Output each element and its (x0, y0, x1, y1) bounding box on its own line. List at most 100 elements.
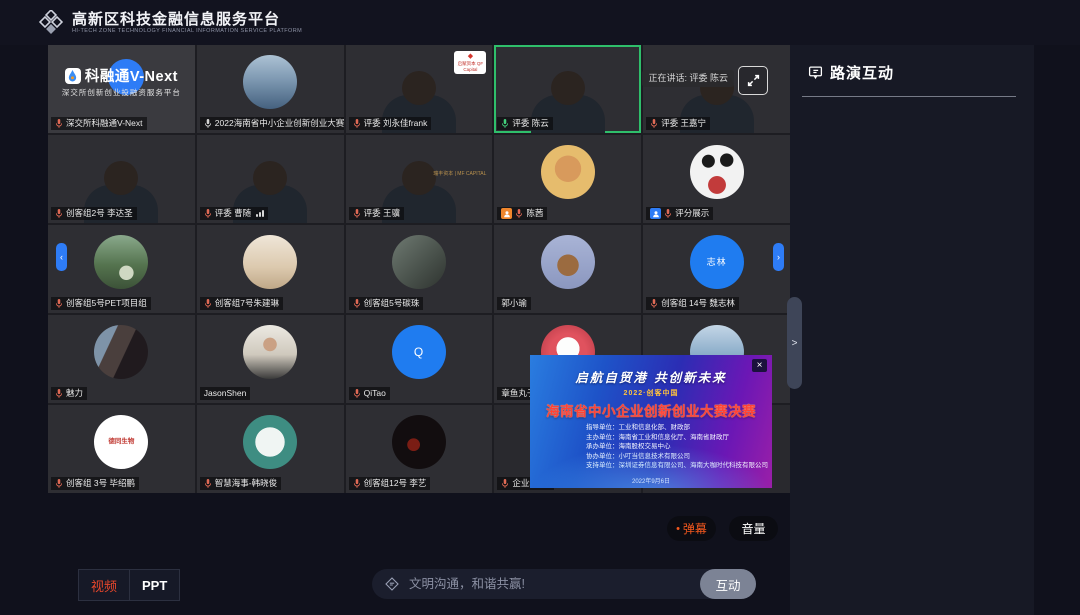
participant-name: 评委 刘永佳frank (364, 117, 428, 130)
participant-avatar (94, 235, 148, 289)
participant-label: 智慧海事-韩晓俊 (200, 477, 281, 490)
video-tile[interactable]: 德同生物创客组 3号 毕绍鹏 (48, 405, 195, 493)
mic-icon (353, 298, 361, 309)
fullscreen-button[interactable] (738, 66, 768, 95)
app-header: 高新区科技金融信息服务平台 HI-TECH ZONE TECHNOLOGY FI… (0, 0, 1080, 45)
participant-head (402, 71, 436, 105)
video-tile[interactable]: 2022海南省中小企业创新创业大赛 (197, 45, 344, 133)
popup-org-line: 承办单位：海南股权交易中心 (586, 442, 772, 452)
participant-label: 评委 陈云 (497, 117, 552, 130)
participant-avatar: 德同生物 (94, 415, 148, 469)
close-icon[interactable]: × (752, 359, 767, 372)
send-button[interactable]: 互动 (700, 569, 756, 599)
mic-icon (515, 208, 523, 219)
mic-icon (204, 208, 212, 219)
volume-label: 音量 (741, 520, 765, 537)
video-tile[interactable]: 郭小瑜 (494, 225, 641, 313)
participant-name: 深交所科融通V-Next (66, 117, 143, 130)
view-tabs: 视频 PPT (78, 569, 180, 601)
diamond-cluster-icon (38, 10, 64, 36)
video-tile[interactable]: 评分展示 (643, 135, 790, 223)
video-tile[interactable]: 创客组5号碳珠 (346, 225, 493, 313)
expand-icon (747, 74, 760, 87)
mic-icon (353, 478, 361, 489)
chat-input[interactable] (407, 576, 700, 592)
mic-icon (501, 118, 509, 129)
avatar-initial: 志林 (707, 255, 727, 268)
participant-name: 郭小瑜 (501, 297, 527, 310)
video-tile[interactable]: 评委 曹随 (197, 135, 344, 223)
brand-title: 科融通V-Next (85, 65, 178, 86)
participant-label: 创客组5号碳珠 (349, 297, 424, 310)
participant-name: 创客组 3号 毕绍鹏 (66, 477, 135, 490)
participant-name: 评委 曹随 (215, 207, 251, 220)
volume-button[interactable]: 音量 (729, 516, 778, 541)
video-tile[interactable]: 创客组2号 李达圣 (48, 135, 195, 223)
participant-avatar: 志林 (690, 235, 744, 289)
carousel-right-button[interactable]: › (773, 243, 784, 271)
popup-org-line: 指导单位：工业和信息化部、财政部 (586, 423, 772, 433)
participant-avatar (392, 415, 446, 469)
video-tile[interactable]: 志林创客组 14号 魏志林 (643, 225, 790, 313)
popup-org-line: 协办单位：小叮当信息技术有限公司 (586, 452, 772, 462)
mic-icon (501, 478, 509, 489)
video-tile[interactable]: 科融通V-Next深交所创新创业投融资服务平台深交所科融通V-Next (48, 45, 195, 133)
platform-logo: 高新区科技金融信息服务平台 HI-TECH ZONE TECHNOLOGY FI… (38, 10, 302, 36)
tab-ppt[interactable]: PPT (130, 569, 180, 601)
avatar-logo-text: 德同生物 (108, 438, 134, 446)
mic-icon (650, 298, 658, 309)
mic-icon (353, 118, 361, 129)
video-tile[interactable]: 评委 陈云 (494, 45, 641, 133)
video-tile[interactable]: 瑞丰资本 | MF CAPITAL评委 王骥 (346, 135, 493, 223)
participant-avatar (243, 415, 297, 469)
tab-ppt-label: PPT (142, 578, 167, 593)
participant-name: 魅力 (66, 387, 83, 400)
brand-subtitle: 深交所创新创业投融资服务平台 (48, 87, 195, 98)
participant-avatar (243, 325, 297, 379)
mic-icon (55, 118, 63, 129)
participant-label: 评委 王嘉宁 (646, 117, 710, 130)
participant-label: 深交所科融通V-Next (51, 117, 147, 130)
participant-head (402, 161, 436, 195)
mic-icon (55, 478, 63, 489)
video-tile[interactable]: 陈茜 (494, 135, 641, 223)
participant-label: 评分展示 (646, 207, 713, 220)
participant-head (104, 161, 138, 195)
tab-video[interactable]: 视频 (78, 569, 130, 601)
speaking-banner: 正在讲话: 评委 陈云 (642, 70, 734, 87)
participant-name: 创客组5号碳珠 (364, 297, 420, 310)
person-badge-icon (501, 208, 512, 219)
tile-watermark: 瑞丰资本 | MF CAPITAL (433, 170, 486, 177)
carousel-left-button[interactable]: ‹ (56, 243, 67, 271)
sidebar-title: 路演互动 (830, 62, 894, 83)
participant-label: 评委 刘永佳frank (349, 117, 432, 130)
video-tile[interactable]: JasonShen (197, 315, 344, 403)
participant-label: 创客组 14号 魏志林 (646, 297, 739, 310)
mic-icon (664, 208, 672, 219)
popup-slogan: 启航自贸港 共创新未来 (530, 367, 772, 386)
video-tile[interactable]: 启赋资本 QF Capital评委 刘永佳frank (346, 45, 493, 133)
chevron-right-icon: > (792, 338, 798, 349)
participant-avatar (541, 235, 595, 289)
participant-label: 创客组2号 李达圣 (51, 207, 137, 220)
popup-logo-line: 2022·创客中国 (530, 388, 772, 398)
participant-name: 创客组2号 李达圣 (66, 207, 133, 220)
danmaku-toggle-button[interactable]: • 弹幕 (667, 516, 716, 541)
popup-organizer-lines: 指导单位：工业和信息化部、财政部主办单位：海南省工业和信息化厅、海南省财政厅承办… (530, 423, 772, 471)
chat-bubble-icon (808, 65, 823, 80)
sidebar-collapse-handle[interactable]: > (787, 297, 802, 389)
video-tile[interactable]: 魅力 (48, 315, 195, 403)
danmaku-dot-icon: • (676, 524, 680, 534)
participant-label: 创客组7号朱建琳 (200, 297, 283, 310)
video-tile[interactable]: 智慧海事-韩晓俊 (197, 405, 344, 493)
video-tile[interactable]: QQiTao (346, 315, 493, 403)
video-tile[interactable]: 创客组5号PET项目组 (48, 225, 195, 313)
video-tile[interactable]: 创客组12号 李艺 (346, 405, 493, 493)
chat-input-bar: 互动 (372, 569, 756, 599)
participant-name: 创客组 14号 魏志林 (661, 297, 735, 310)
video-tile[interactable]: 创客组7号朱建琳 (197, 225, 344, 313)
tab-video-label: 视频 (91, 576, 117, 595)
mic-icon (650, 118, 658, 129)
participant-label: 魅力 (51, 387, 87, 400)
platform-subtitle: HI-TECH ZONE TECHNOLOGY FINANCIAL INFORM… (72, 28, 302, 35)
